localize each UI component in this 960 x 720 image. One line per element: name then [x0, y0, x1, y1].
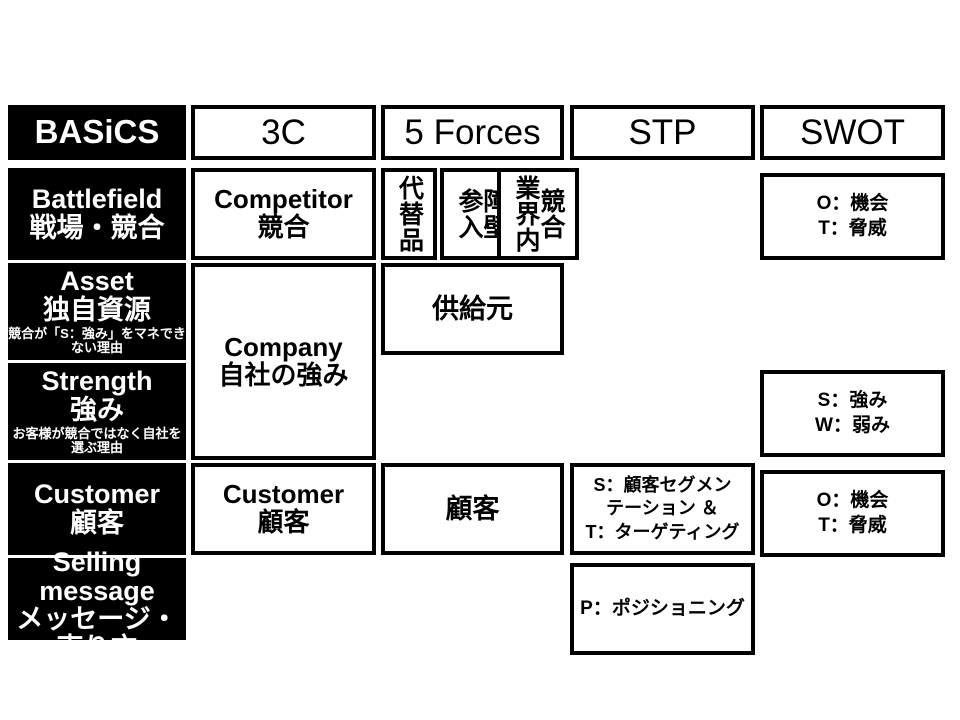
swot-box-opportunity-threat-bottom: O：機会 T：脅威: [760, 470, 945, 557]
basics-asset-en: Asset: [60, 266, 134, 297]
3c-box-competitor: Competitor 競合: [191, 168, 376, 260]
5forces-substitutes-text-wrap: 代替品: [385, 174, 433, 254]
header-basics: BASiCS: [8, 105, 186, 160]
3c-company-jp: 自社の強み: [218, 359, 349, 390]
stp-box-segmentation-targeting: S：顧客セグメン テーション ＆ T：ターゲティング: [570, 463, 755, 555]
stp-segmentation-line1: S：顧客セグメン: [593, 474, 732, 495]
basics-row-selling-message: Selling message メッセージ・売り方: [8, 548, 186, 662]
swot-top-line2: T：脅威: [818, 217, 887, 239]
swot-top-line1: O：機会: [816, 192, 889, 214]
basics-strength-sub: お客様が競合ではなく自社を選ぶ理由: [12, 425, 182, 456]
5forces-rivalry-text-wrap: 競合 業界内: [501, 174, 575, 254]
5forces-rivalry-col2: 業界内: [512, 175, 540, 253]
diagram-canvas: BASiCS 3C 5 Forces STP SWOT Battlefield …: [0, 0, 960, 720]
header-5forces: 5 Forces: [381, 105, 564, 160]
basics-selling-message-en: Selling message: [39, 547, 155, 606]
header-stp: STP: [570, 105, 755, 160]
5forces-box-substitutes: 代替品: [381, 168, 437, 260]
basics-strength-jp: 強み: [70, 394, 124, 425]
header-stp-label: STP: [628, 112, 697, 152]
basics-strength-en: Strength: [41, 366, 153, 397]
swot-bottom-line1: O：機会: [816, 489, 889, 511]
header-5forces-label: 5 Forces: [404, 112, 541, 152]
stp-positioning-line1: P：ポジショニング: [580, 597, 745, 619]
stp-box-positioning: P：ポジショニング: [570, 563, 755, 655]
5forces-customers-label: 顧客: [445, 493, 500, 524]
basics-battlefield-en: Battlefield: [31, 184, 163, 215]
basics-selling-message-jp: メッセージ・売り方: [16, 604, 178, 663]
header-swot-label: SWOT: [800, 112, 905, 152]
basics-asset-jp: 独自資源: [43, 294, 151, 325]
3c-customer-en: Customer: [222, 479, 345, 510]
basics-customer-jp: 顧客: [70, 508, 124, 538]
swot-middle-line2: W：弱み: [815, 414, 890, 436]
swot-box-opportunity-threat-top: O：機会 T：脅威: [760, 173, 945, 260]
5forces-rivalry-col1: 競合: [537, 188, 565, 240]
header-3c-label: 3C: [261, 112, 306, 152]
swot-box-strength-weakness: S：強み W：弱み: [760, 370, 945, 457]
3c-customer-jp: 顧客: [257, 507, 310, 537]
3c-box-customer: Customer 顧客: [191, 463, 376, 555]
swot-middle-line1: S：強み: [817, 389, 888, 411]
basics-row-asset: Asset 独自資源 競合が「S：強み」をマネできない理由: [8, 263, 186, 360]
basics-row-strength: Strength 強み お客様が競合ではなく自社を選ぶ理由: [8, 363, 186, 460]
3c-company-en: Company: [224, 331, 343, 362]
5forces-box-customers: 顧客: [381, 463, 564, 555]
5forces-entry-barrier-col2: 参入: [455, 188, 483, 240]
stp-targeting-line3: T：ターゲティング: [585, 521, 740, 542]
5forces-substitutes-label: 代替品: [395, 175, 424, 253]
5forces-box-suppliers: 供給元: [381, 263, 564, 355]
basics-row-battlefield: Battlefield 戦場・競合: [8, 168, 186, 260]
header-3c: 3C: [191, 105, 376, 160]
stp-segmentation-line2: テーション ＆: [606, 498, 719, 519]
basics-battlefield-jp: 戦場・競合: [29, 213, 165, 243]
header-swot: SWOT: [760, 105, 945, 160]
5forces-box-rivalry: 競合 業界内: [497, 168, 579, 260]
basics-customer-en: Customer: [33, 479, 161, 510]
3c-competitor-en: Competitor: [214, 184, 353, 215]
basics-row-customer: Customer 顧客: [8, 463, 186, 555]
swot-bottom-line2: T：脅威: [818, 514, 887, 536]
header-basics-label: BASiCS: [34, 113, 160, 151]
5forces-suppliers-label: 供給元: [432, 293, 513, 324]
3c-box-company: Company 自社の強み: [191, 263, 376, 460]
basics-asset-sub: 競合が「S：強み」をマネできない理由: [8, 325, 186, 356]
3c-competitor-jp: 競合: [257, 212, 310, 242]
